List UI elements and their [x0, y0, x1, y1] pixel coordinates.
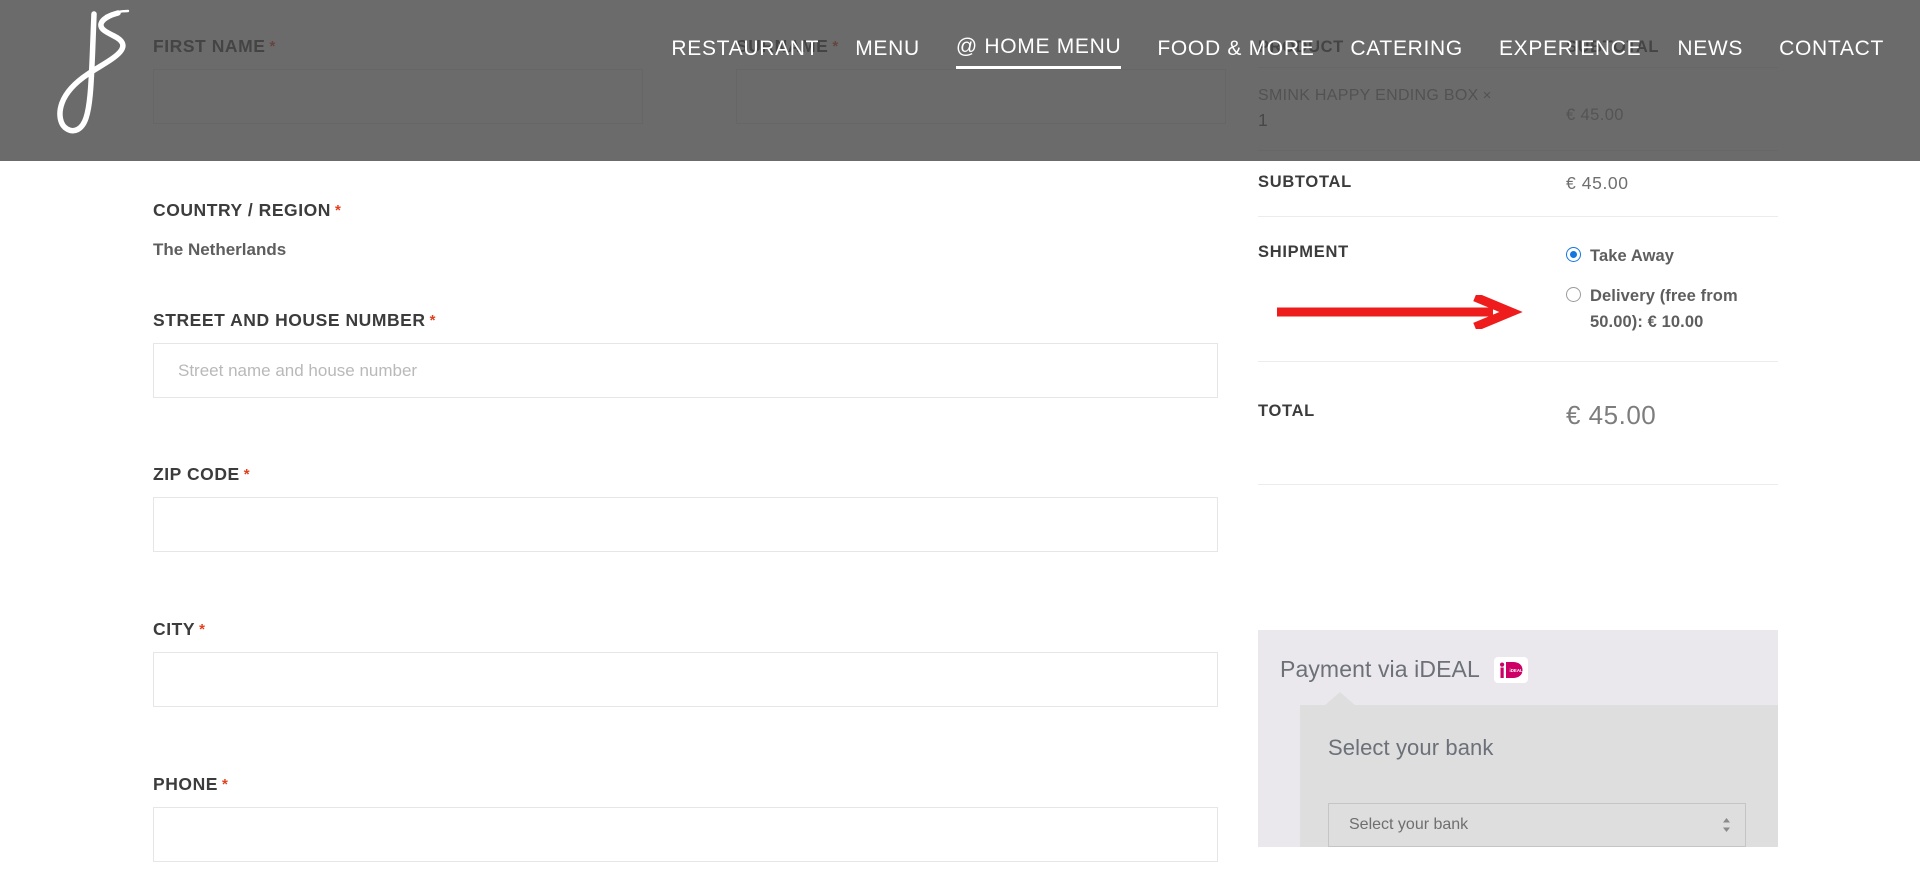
street-input[interactable] [153, 343, 1218, 398]
nav-item-food-and-more[interactable]: FOOD & MORE [1157, 37, 1314, 68]
nav-item-restaurant[interactable]: RESTAURANT [671, 37, 819, 68]
shipment-option-take-away-label: Take Away [1590, 247, 1675, 265]
payment-title: Payment via iDEAL [1280, 656, 1480, 682]
summary-bottom-divider [1258, 484, 1778, 485]
nav-item-menu[interactable]: MENU [855, 37, 920, 68]
total-row: TOTAL € 45.00 [1258, 362, 1778, 484]
zip-code-label: ZIP CODE * [153, 464, 251, 484]
total-label: TOTAL [1258, 402, 1315, 420]
field-zip-code: ZIP CODE * [153, 464, 1218, 552]
country-region-label: COUNTRY / REGION * [153, 200, 342, 220]
shipment-label: SHIPMENT [1258, 243, 1349, 261]
phone-label: PHONE * [153, 774, 229, 794]
main-navigation: RESTAURANT MENU @ HOME MENU FOOD & MORE … [0, 0, 1920, 104]
nav-item-contact[interactable]: CONTACT [1779, 37, 1884, 68]
bank-select[interactable]: Select your bank [1328, 803, 1746, 847]
site-header: RESTAURANT MENU @ HOME MENU FOOD & MORE … [0, 0, 1920, 161]
street-label: STREET AND HOUSE NUMBER * [153, 310, 436, 330]
shipment-option-delivery-label: Delivery (free from 50.00): € 10.00 [1590, 287, 1738, 331]
svg-text:iDEAL: iDEAL [1509, 668, 1522, 673]
zip-code-input[interactable] [153, 497, 1218, 552]
ideal-logo-icon: iDEAL [1493, 656, 1528, 683]
field-city: CITY * [153, 619, 1218, 707]
payment-caret-icon [1324, 692, 1356, 706]
bank-select-value: Select your bank [1349, 816, 1469, 833]
payment-inner-panel: Select your bank Select your bank [1300, 692, 1778, 847]
country-region-value: The Netherlands [153, 240, 287, 259]
field-phone: PHONE * [153, 774, 1218, 862]
required-marker: * [221, 776, 229, 793]
required-marker: * [243, 466, 251, 483]
required-marker: * [429, 312, 436, 329]
payment-panel: Payment via iDEAL iDEAL Select your bank… [1258, 630, 1778, 847]
radio-delivery-icon[interactable] [1566, 287, 1581, 302]
phone-input[interactable] [153, 807, 1218, 862]
shipment-option-delivery[interactable]: Delivery (free from 50.00): € 10.00 [1566, 283, 1762, 335]
nav-item-news[interactable]: NEWS [1677, 37, 1743, 68]
nav-item-experience[interactable]: EXPERIENCE [1499, 37, 1641, 68]
stepper-icon [1722, 817, 1731, 833]
required-marker: * [199, 621, 206, 638]
total-amount: € 45.00 [1566, 400, 1657, 430]
shipment-option-take-away[interactable]: Take Away [1566, 243, 1762, 269]
checkout-page: FIRST NAME* SURNAME* COUNTRY / REGION* T… [0, 0, 1920, 878]
nav-item-catering[interactable]: CATERING [1350, 37, 1463, 68]
shipment-row: SHIPMENT Take Away Delivery (free from 5… [1258, 217, 1778, 362]
field-street: STREET AND HOUSE NUMBER * [153, 310, 1218, 398]
subtotal-amount: € 45.00 [1566, 173, 1629, 193]
city-input[interactable] [153, 652, 1218, 707]
radio-take-away-icon[interactable] [1566, 247, 1581, 262]
nav-item-at-home-menu[interactable]: @ HOME MENU [955, 35, 1122, 69]
select-bank-heading: Select your bank [1328, 735, 1494, 760]
subtotal-label: SUBTOTAL [1258, 173, 1352, 191]
city-label: CITY * [153, 619, 206, 639]
field-country-region: COUNTRY / REGION * The Netherlands [153, 200, 1218, 261]
required-marker: * [334, 202, 342, 219]
